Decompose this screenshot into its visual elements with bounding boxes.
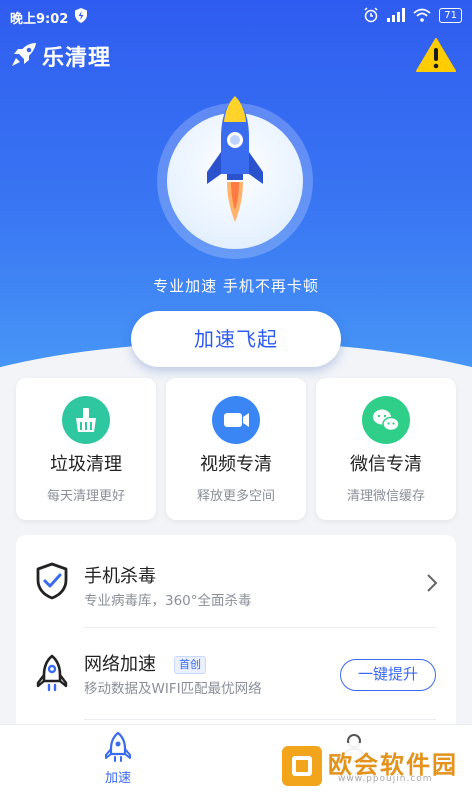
row-subtitle: 专业病毒库，360°全面杀毒 [84, 593, 252, 609]
card-subtitle: 释放更多空间 [196, 489, 275, 504]
wifi-icon [413, 8, 431, 22]
card-wechat-clean[interactable]: 微信专清 清理微信缓存 [316, 378, 456, 520]
row-subtitle: 移动数据及WIFI匹配最优网络 [84, 681, 262, 697]
wechat-icon [362, 396, 410, 444]
app-title: 乐清理 [42, 46, 112, 71]
card-title: 垃圾清理 [50, 454, 122, 475]
video-camera-icon [212, 396, 260, 444]
chevron-right-icon [427, 574, 438, 592]
battery-icon: 71 [439, 7, 462, 23]
card-junk-clean[interactable]: 垃圾清理 每天清理更好 [16, 378, 156, 520]
card-video-clean[interactable]: 视频专清 释放更多空间 [166, 378, 306, 520]
card-subtitle: 清理微信缓存 [346, 489, 425, 504]
watermark: 欧会软件园 www.ppoujin.com [278, 743, 466, 789]
status-time: 晚上9:02 [10, 12, 69, 27]
broom-icon [62, 396, 110, 444]
row-title: 网络加速 [84, 654, 156, 675]
status-bar: 晚上9:02 71 [0, 0, 472, 32]
app-bar: 乐清理 [0, 36, 472, 76]
speed-up-button[interactable]: 加速飞起 [131, 311, 341, 367]
shield-icon [75, 8, 87, 23]
card-title: 微信专清 [350, 454, 422, 475]
card-title: 视频专清 [200, 454, 272, 475]
watermark-url: www.ppoujin.com [338, 774, 433, 784]
rocket-illustration [207, 96, 263, 222]
alarm-icon [364, 7, 378, 23]
signal-icon [387, 8, 406, 22]
rocket-tab-icon [105, 731, 131, 762]
boost-button[interactable]: 一键提升 [340, 659, 436, 691]
rocket-outline-icon [36, 654, 68, 692]
watermark-logo-icon [282, 746, 322, 786]
divider [84, 719, 436, 720]
feature-list: 手机杀毒 专业病毒库，360°全面杀毒 网络加速 移动数据及WIFI匹配最优网络… [16, 535, 456, 735]
tab-label: 加速 [104, 771, 131, 786]
rocket-logo-icon [12, 43, 36, 66]
card-subtitle: 每天清理更好 [46, 489, 125, 504]
first-badge: 首创 [174, 656, 206, 674]
warning-icon[interactable] [416, 38, 456, 72]
row-title: 手机杀毒 [84, 566, 156, 587]
divider [84, 627, 436, 628]
tab-speed[interactable]: 加速 [88, 731, 148, 786]
status-icons: 71 [363, 7, 462, 23]
shield-check-icon [36, 562, 68, 600]
hero-slogan: 专业加速 手机不再卡顿 [153, 277, 319, 295]
list-item-antivirus[interactable]: 手机杀毒 专业病毒库，360°全面杀毒 [16, 535, 456, 625]
